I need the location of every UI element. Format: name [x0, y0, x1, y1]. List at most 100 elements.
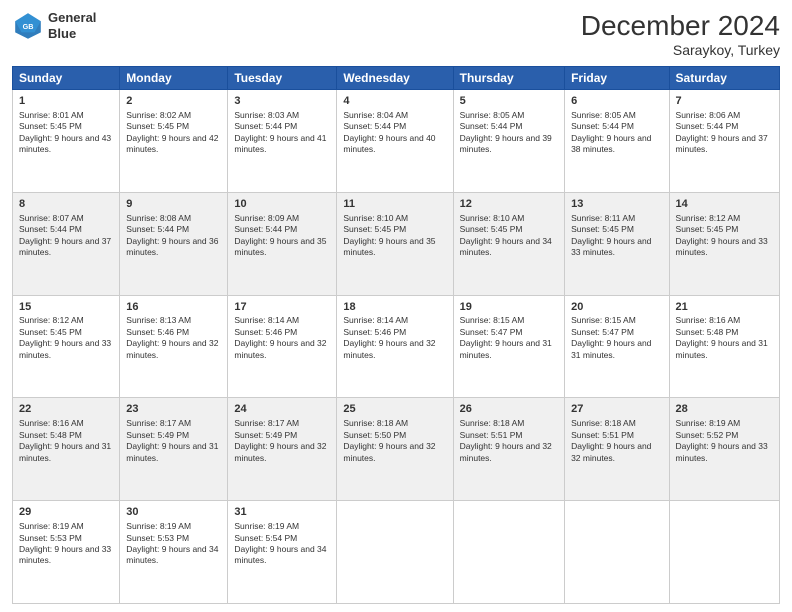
sunset-text: Sunset: 5:44 PM	[676, 121, 739, 131]
day-number: 3	[234, 94, 330, 109]
sunrise-text: Sunrise: 8:17 AM	[234, 418, 299, 428]
daylight-text: Daylight: 9 hours and 38 minutes.	[571, 133, 651, 154]
daylight-text: Daylight: 9 hours and 41 minutes.	[234, 133, 326, 154]
sunrise-text: Sunrise: 8:04 AM	[343, 110, 408, 120]
calendar-cell: 16Sunrise: 8:13 AMSunset: 5:46 PMDayligh…	[120, 295, 228, 398]
day-number: 11	[343, 197, 446, 212]
daylight-text: Daylight: 9 hours and 31 minutes.	[676, 338, 768, 359]
daylight-text: Daylight: 9 hours and 31 minutes.	[460, 338, 552, 359]
daylight-text: Daylight: 9 hours and 37 minutes.	[19, 236, 111, 257]
sunset-text: Sunset: 5:44 PM	[460, 121, 523, 131]
sunset-text: Sunset: 5:52 PM	[676, 430, 739, 440]
sunrise-text: Sunrise: 8:14 AM	[343, 315, 408, 325]
calendar-cell: 6Sunrise: 8:05 AMSunset: 5:44 PMDaylight…	[565, 90, 669, 193]
sunrise-text: Sunrise: 8:13 AM	[126, 315, 191, 325]
daylight-text: Daylight: 9 hours and 33 minutes.	[19, 544, 111, 565]
sunset-text: Sunset: 5:51 PM	[460, 430, 523, 440]
calendar: SundayMondayTuesdayWednesdayThursdayFrid…	[12, 66, 780, 604]
sunset-text: Sunset: 5:44 PM	[234, 121, 297, 131]
calendar-cell: 7Sunrise: 8:06 AMSunset: 5:44 PM Daylight…	[669, 90, 779, 193]
daylight-text: Daylight: 9 hours and 33 minutes.	[571, 236, 651, 257]
day-number: 16	[126, 300, 221, 315]
sunrise-text: Sunrise: 8:03 AM	[234, 110, 299, 120]
calendar-cell: 9Sunrise: 8:08 AMSunset: 5:44 PMDaylight…	[120, 192, 228, 295]
sunrise-text: Sunrise: 8:05 AM	[460, 110, 525, 120]
calendar-cell: 27Sunrise: 8:18 AMSunset: 5:51 PMDayligh…	[565, 398, 669, 501]
title-block: December 2024 Saraykoy, Turkey	[581, 10, 780, 58]
day-number: 14	[676, 197, 773, 212]
day-number: 12	[460, 197, 558, 212]
daylight-text: Daylight: 9 hours and 32 minutes.	[343, 441, 435, 462]
sunset-text: Sunset: 5:49 PM	[234, 430, 297, 440]
calendar-cell: 21Sunrise: 8:16 AMSunset: 5:48 PMDayligh…	[669, 295, 779, 398]
sunrise-text: Sunrise: 8:11 AM	[571, 213, 635, 223]
day-number: 24	[234, 402, 330, 417]
logo: GB General Blue	[12, 10, 96, 42]
sunset-text: Sunset: 5:49 PM	[126, 430, 189, 440]
day-number: 9	[126, 197, 221, 212]
week-row-3: 22Sunrise: 8:16 AMSunset: 5:48 PMDayligh…	[13, 398, 780, 501]
day-number: 28	[676, 402, 773, 417]
svg-text:GB: GB	[23, 22, 34, 31]
day-number: 20	[571, 300, 662, 315]
sunrise-text: Sunrise: 8:18 AM	[460, 418, 525, 428]
sunset-text: Sunset: 5:50 PM	[343, 430, 406, 440]
sunset-text: Sunset: 5:45 PM	[19, 121, 82, 131]
sunset-text: Sunset: 5:46 PM	[126, 327, 189, 337]
column-header-monday: Monday	[120, 67, 228, 90]
calendar-cell: 10Sunrise: 8:09 AMSunset: 5:44 PMDayligh…	[228, 192, 337, 295]
sunrise-text: Sunrise: 8:10 AM	[460, 213, 525, 223]
column-header-thursday: Thursday	[453, 67, 564, 90]
sunset-text: Sunset: 5:45 PM	[571, 224, 634, 234]
day-number: 10	[234, 197, 330, 212]
calendar-cell: 3Sunrise: 8:03 AMSunset: 5:44 PM Daylight…	[228, 90, 337, 193]
sunset-text: Sunset: 5:44 PM	[19, 224, 82, 234]
sunrise-text: Sunrise: 8:17 AM	[126, 418, 191, 428]
column-header-saturday: Saturday	[669, 67, 779, 90]
calendar-cell: 22Sunrise: 8:16 AMSunset: 5:48 PMDayligh…	[13, 398, 120, 501]
calendar-cell	[453, 501, 564, 604]
column-header-sunday: Sunday	[13, 67, 120, 90]
calendar-cell: 26Sunrise: 8:18 AM Sunset: 5:51 PMDayligh…	[453, 398, 564, 501]
sunset-text: Sunset: 5:46 PM	[234, 327, 297, 337]
daylight-text: Daylight: 9 hours and 31 minutes.	[19, 441, 111, 462]
column-header-wednesday: Wednesday	[337, 67, 453, 90]
day-number: 7	[676, 94, 773, 109]
sunset-text: Sunset: 5:45 PM	[126, 121, 189, 131]
calendar-cell: 18Sunrise: 8:14 AMSunset: 5:46 PMDayligh…	[337, 295, 453, 398]
sunset-text: Sunset: 5:45 PM	[460, 224, 523, 234]
day-number: 25	[343, 402, 446, 417]
sunset-text: Sunset: 5:46 PM	[343, 327, 406, 337]
calendar-cell: 15Sunrise: 8:12 AMSunset: 5:45 PMDayligh…	[13, 295, 120, 398]
sunset-text: Sunset: 5:45 PM	[343, 224, 406, 234]
calendar-cell: 31Sunrise: 8:19 AMSunset: 5:54 PMDayligh…	[228, 501, 337, 604]
daylight-text: Daylight: 9 hours and 35 minutes.	[234, 236, 326, 257]
daylight-text: Daylight: 9 hours and 33 minutes.	[676, 441, 768, 462]
calendar-cell: 1Sunrise: 8:01 AMSunset: 5:45 PMDaylight…	[13, 90, 120, 193]
sunrise-text: Sunrise: 8:06 AM	[676, 110, 741, 120]
sunrise-text: Sunrise: 8:09 AM	[234, 213, 299, 223]
calendar-cell: 8Sunrise: 8:07 AMSunset: 5:44 PMDaylight…	[13, 192, 120, 295]
daylight-text: Daylight: 9 hours and 37 minutes.	[676, 133, 768, 154]
calendar-cell: 11Sunrise: 8:10 AMSunset: 5:45 PMDayligh…	[337, 192, 453, 295]
sunrise-text: Sunrise: 8:14 AM	[234, 315, 299, 325]
daylight-text: Daylight: 9 hours and 32 minutes.	[460, 441, 552, 462]
day-number: 26	[460, 402, 558, 417]
calendar-cell: 28Sunrise: 8:19 AMSunset: 5:52 PMDayligh…	[669, 398, 779, 501]
sunrise-text: Sunrise: 8:18 AM	[571, 418, 636, 428]
day-number: 22	[19, 402, 113, 417]
calendar-cell: 23Sunrise: 8:17 AMSunset: 5:49 PMDayligh…	[120, 398, 228, 501]
calendar-cell: 30Sunrise: 8:19 AMSunset: 5:53 PMDayligh…	[120, 501, 228, 604]
sunset-text: Sunset: 5:53 PM	[19, 533, 82, 543]
sunset-text: Sunset: 5:54 PM	[234, 533, 297, 543]
daylight-text: Daylight: 9 hours and 42 minutes.	[126, 133, 218, 154]
week-row-1: 8Sunrise: 8:07 AMSunset: 5:44 PMDaylight…	[13, 192, 780, 295]
daylight-text: Daylight: 9 hours and 40 minutes.	[343, 133, 435, 154]
sunrise-text: Sunrise: 8:02 AM	[126, 110, 191, 120]
day-number: 27	[571, 402, 662, 417]
calendar-cell	[337, 501, 453, 604]
calendar-cell: 20Sunrise: 8:15 AMSunset: 5:47 PMDayligh…	[565, 295, 669, 398]
page: GB General Blue December 2024 Saraykoy, …	[0, 0, 792, 612]
sunrise-text: Sunrise: 8:19 AM	[19, 521, 84, 531]
calendar-cell: 4Sunrise: 8:04 AMSunset: 5:44 PMDaylight…	[337, 90, 453, 193]
